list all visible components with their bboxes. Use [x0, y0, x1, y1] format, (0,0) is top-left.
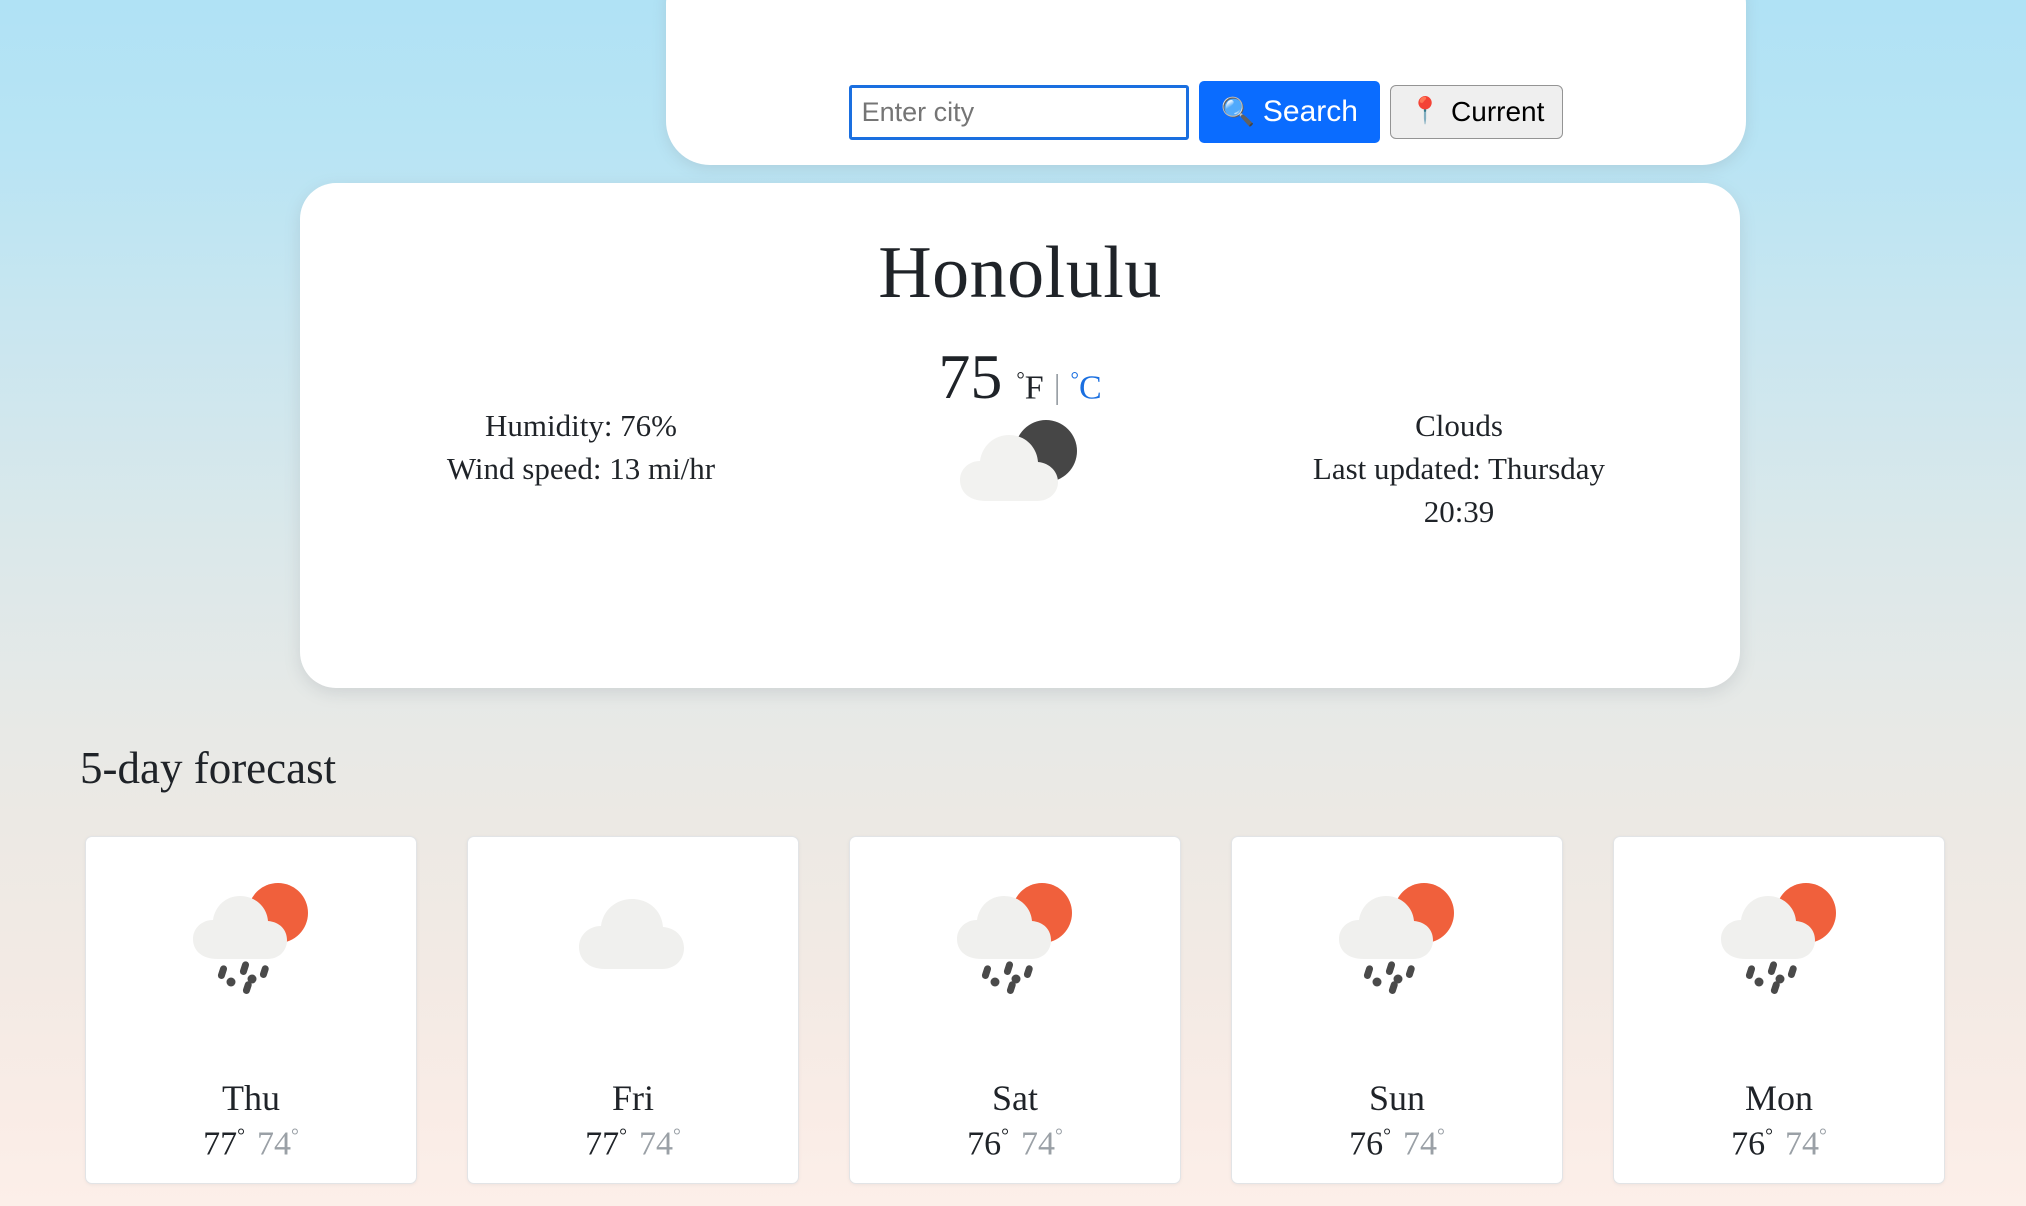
- current-weather-icon-wrap: [850, 405, 1190, 507]
- forecast-icon-wrap: [568, 875, 698, 1005]
- current-button-label: Current: [1451, 96, 1545, 127]
- sun-behind-rain-cloud-icon: [1721, 883, 1836, 994]
- forecast-card[interactable]: Mon 76° 74°: [1613, 836, 1945, 1184]
- forecast-grid: Thu 77° 74° Fri 77° 74° Sat 76° 74° Sun …: [85, 836, 1955, 1184]
- forecast-high-temp: 76°: [967, 1125, 1009, 1163]
- unit-fahrenheit-toggle[interactable]: °F: [1016, 367, 1043, 407]
- last-updated-text: Last updated: Thursday: [1312, 450, 1606, 486]
- forecast-temps: 77° 74°: [203, 1125, 299, 1163]
- weather-condition-column: Clouds Last updated: Thursday 20:39: [1224, 405, 1694, 533]
- forecast-icon-wrap: [1714, 875, 1844, 1005]
- forecast-icon-wrap: [950, 875, 1080, 1005]
- search-controls-row: 🔍 Search 📍 Current: [848, 81, 1564, 143]
- forecast-day-label: Mon: [1744, 1078, 1813, 1118]
- unit-toggle-group: °F | °C: [1016, 367, 1101, 407]
- sun-behind-rain-cloud-icon: [1339, 883, 1454, 994]
- current-location-button[interactable]: 📍 Current: [1389, 85, 1564, 139]
- sun-behind-cloud-icon: [960, 420, 1077, 501]
- current-temperature: 75: [938, 341, 1003, 412]
- forecast-low-temp: 74°: [1785, 1125, 1827, 1163]
- forecast-temps: 76° 74°: [1731, 1125, 1827, 1163]
- temperature-row: 75 °F | °C: [300, 340, 1740, 414]
- sun-behind-rain-cloud-icon: [957, 883, 1072, 994]
- forecast-low-temp: 74°: [639, 1125, 681, 1163]
- forecast-day-label: Thu: [222, 1078, 280, 1118]
- magnifier-icon: 🔍: [1220, 95, 1255, 129]
- wind-speed-text: Wind speed: 13 mi/hr: [446, 450, 716, 486]
- search-button-label: Search: [1262, 95, 1358, 128]
- forecast-low-temp: 74°: [1021, 1125, 1063, 1163]
- humidity-text: Humidity: 76%: [484, 408, 678, 443]
- forecast-card[interactable]: Fri 77° 74°: [467, 836, 799, 1184]
- forecast-temps: 77° 74°: [585, 1125, 681, 1163]
- forecast-icon-wrap: [186, 875, 316, 1005]
- map-pin-icon: 📍: [1408, 96, 1442, 127]
- forecast-day-label: Sun: [1368, 1078, 1426, 1118]
- sun-behind-rain-cloud-icon: [193, 883, 308, 994]
- forecast-day-label: Fri: [611, 1078, 654, 1118]
- weather-metrics-column: Humidity: 76% Wind speed: 13 mi/hr: [346, 405, 816, 491]
- search-input[interactable]: [848, 84, 1189, 140]
- weather-condition-text: Clouds: [1415, 408, 1503, 443]
- weather-details-row: Humidity: 76% Wind speed: 13 mi/hr Cloud…: [300, 405, 1740, 533]
- unit-separator: |: [1053, 369, 1061, 406]
- forecast-temps: 76° 74°: [967, 1125, 1063, 1163]
- forecast-title: 5-day forecast: [80, 743, 337, 793]
- search-bar-card: 🔍 Search 📍 Current: [666, 0, 1746, 165]
- last-updated-time: 20:39: [1423, 493, 1495, 529]
- current-weather-card: Honolulu 75 °F | °C Humidity: 76% Wind s…: [300, 183, 1740, 688]
- forecast-card[interactable]: Thu 77° 74°: [85, 836, 417, 1184]
- forecast-low-temp: 74°: [257, 1125, 299, 1163]
- forecast-high-temp: 76°: [1349, 1125, 1391, 1163]
- search-button[interactable]: 🔍 Search: [1198, 81, 1380, 143]
- forecast-low-temp: 74°: [1403, 1125, 1445, 1163]
- forecast-high-temp: 77°: [585, 1125, 627, 1163]
- cloud-icon: [579, 899, 684, 969]
- city-name: Honolulu: [878, 232, 1162, 314]
- forecast-high-temp: 76°: [1731, 1125, 1773, 1163]
- forecast-card[interactable]: Sat 76° 74°: [849, 836, 1181, 1184]
- forecast-icon-wrap: [1332, 875, 1462, 1005]
- forecast-day-label: Sat: [991, 1078, 1038, 1118]
- forecast-high-temp: 77°: [203, 1125, 245, 1163]
- forecast-card[interactable]: Sun 76° 74°: [1231, 836, 1563, 1184]
- unit-celsius-toggle[interactable]: °C: [1071, 367, 1102, 407]
- forecast-temps: 76° 74°: [1349, 1125, 1445, 1163]
